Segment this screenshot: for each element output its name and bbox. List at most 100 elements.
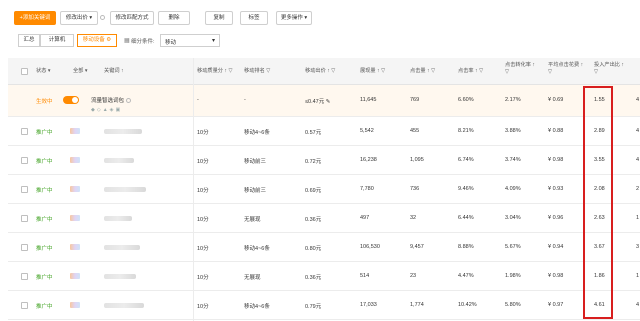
avg-cost-cell: ¥ 0.96 <box>548 215 564 221</box>
tab-summary[interactable]: 汇总 <box>18 34 40 47</box>
clicks-cell: 769 <box>410 97 420 103</box>
impressions-cell: 106,530 <box>360 244 380 250</box>
status-badge: 推广中 <box>36 246 53 252</box>
col-status[interactable]: 状态 ▾ <box>36 68 50 75</box>
table-row: 推广中 10分 无展现 0.36元 514 23 4.47% 1.98% ¥ 0.98 1.86 1 <box>8 262 640 291</box>
tag-button[interactable]: 标签 <box>240 11 268 25</box>
clicks-cell: 1,095 <box>410 157 424 163</box>
keyword-blurred[interactable] <box>104 187 146 192</box>
col-clicks[interactable]: 点击量 ↑ ▽ <box>410 68 435 75</box>
col-impressions[interactable]: 展现量 ↑ ▽ <box>360 68 385 75</box>
row-checkbox[interactable] <box>21 244 28 251</box>
bid-cell[interactable]: 0.79元 <box>305 302 321 310</box>
modify-bid-button[interactable]: 修改出价 ▾ <box>60 11 98 25</box>
col-bid[interactable]: 移动出价 ↑ ▽ <box>305 68 335 75</box>
copy-button[interactable]: 复制 <box>205 11 233 25</box>
extra-cell: 3 <box>636 244 640 250</box>
bid-cell[interactable]: 0.72元 <box>305 157 321 165</box>
col-rank[interactable]: 移动排名 ▽ <box>244 68 270 75</box>
keyword-blurred[interactable] <box>104 158 134 163</box>
product-thumbnail <box>70 186 80 192</box>
rank-cell: - <box>244 97 246 103</box>
keyword-blurred[interactable] <box>104 245 140 250</box>
impressions-cell: 497 <box>360 215 370 221</box>
clicks-cell: 736 <box>410 186 420 192</box>
cvr-cell: 1.98% <box>505 273 521 279</box>
rank-cell: 移动4~6条 <box>244 304 270 310</box>
extra-cell: 4 <box>636 97 640 103</box>
ctr-cell: 8.21% <box>458 128 474 134</box>
keyword-blurred[interactable] <box>104 129 142 134</box>
edit-icon[interactable]: ✎ <box>326 99 331 105</box>
extra-cell: 4 <box>636 128 640 134</box>
enable-toggle[interactable] <box>63 96 79 104</box>
impressions-cell: 514 <box>360 273 370 279</box>
clicks-cell: 32 <box>410 215 417 221</box>
table-row: 生效中 流量智选词包 ◆◇▲◈▣ - - ≤0.47元 ✎ 11,645 769… <box>8 85 640 117</box>
modify-bid-label: 修改出价 <box>65 15 88 21</box>
ctr-cell: 9.46% <box>458 186 474 192</box>
bid-cell[interactable]: 0.36元 <box>305 215 321 223</box>
impressions-cell: 17,033 <box>360 302 377 308</box>
row-checkbox[interactable] <box>21 186 28 193</box>
delete-button[interactable]: 删除 <box>158 11 190 25</box>
bid-cell[interactable]: 0.69元 <box>305 186 321 194</box>
row-checkbox[interactable] <box>21 302 28 309</box>
col-cvr[interactable]: 点击转化率 ↑ ▽ <box>505 62 535 76</box>
impressions-cell: 16,238 <box>360 157 377 163</box>
avg-cost-cell: ¥ 0.97 <box>548 302 564 308</box>
product-thumbnail <box>70 128 80 134</box>
cvr-cell: 3.04% <box>505 215 521 221</box>
more-actions-label: 更多操作 <box>280 15 303 21</box>
row-checkbox[interactable] <box>21 128 28 135</box>
quality-cell: 10分 <box>197 217 209 223</box>
cvr-cell: 3.74% <box>505 157 521 163</box>
row-checkbox[interactable] <box>21 273 28 280</box>
extra-cell: 2 <box>636 186 640 192</box>
quality-cell: 10分 <box>197 159 209 165</box>
quality-cell: - <box>197 97 199 103</box>
col-ctr[interactable]: 点击率 ↑ ▽ <box>458 68 483 75</box>
bid-cell[interactable]: 0.80元 <box>305 244 321 252</box>
breakdown-select[interactable]: 移动 ▾ <box>160 34 220 47</box>
bid-value: ≤0.47元 <box>305 99 325 105</box>
col-roi[interactable]: 投入产出比 ↑ ▽ <box>594 62 624 76</box>
cvr-cell: 2.17% <box>505 97 521 103</box>
keyword-blurred[interactable] <box>104 303 144 308</box>
ctr-cell: 10.42% <box>458 302 477 308</box>
avg-cost-cell: ¥ 0.98 <box>548 157 564 163</box>
quality-cell: 10分 <box>197 275 209 281</box>
table-row: 推广中 10分 移动4~6条 0.80元 106,530 9,457 8.88% 5.67% ¥… <box>8 233 640 262</box>
col-keyword[interactable]: 关键词 ↑ <box>104 68 124 75</box>
bid-cell[interactable]: 0.36元 <box>305 273 321 281</box>
keyword-cell[interactable]: 流量智选词包 <box>91 96 131 104</box>
col-all[interactable]: 全部 ▾ <box>73 68 87 75</box>
row-checkbox[interactable] <box>21 215 28 222</box>
avg-cost-cell: ¥ 0.98 <box>548 273 564 279</box>
bid-cell[interactable]: ≤0.47元 ✎ <box>305 97 330 105</box>
more-actions-button[interactable]: 更多操作 ▾ <box>276 11 312 25</box>
tab-mobile[interactable]: 移动设备 ⚙ <box>77 34 117 47</box>
tab-computer[interactable]: 计算机 <box>40 34 74 47</box>
col-quality[interactable]: 移动质量分 ↑ ▽ <box>197 68 232 75</box>
table-row: 推广中 10分 移动前三 0.72元 16,238 1,095 6.74% 3.74% ¥ 0.… <box>8 146 640 175</box>
col-avg-cost[interactable]: 平均点击花费 ↑ ▽ <box>548 62 583 76</box>
status-badge: 推广中 <box>36 130 53 136</box>
bid-cell[interactable]: 0.57元 <box>305 128 321 136</box>
cvr-cell: 5.67% <box>505 244 521 250</box>
row-checkbox[interactable] <box>21 157 28 164</box>
select-all-checkbox[interactable] <box>21 68 28 75</box>
cvr-cell: 3.88% <box>505 128 521 134</box>
avg-cost-cell: ¥ 0.88 <box>548 128 564 134</box>
extra-cell: 1 <box>636 215 640 221</box>
avg-cost-cell: ¥ 0.94 <box>548 244 564 250</box>
quality-cell: 10分 <box>197 246 209 252</box>
keyword-text: 流量智选词包 <box>91 98 125 104</box>
keyword-blurred[interactable] <box>104 274 136 279</box>
column-divider <box>193 58 194 321</box>
modify-match-button[interactable]: 修改匹配方式 <box>110 11 154 25</box>
status-badge: 推广中 <box>36 159 53 165</box>
keyword-blurred[interactable] <box>104 216 132 221</box>
avg-cost-cell: ¥ 0.93 <box>548 186 564 192</box>
add-keyword-button[interactable]: +添加关键词 <box>14 11 56 25</box>
